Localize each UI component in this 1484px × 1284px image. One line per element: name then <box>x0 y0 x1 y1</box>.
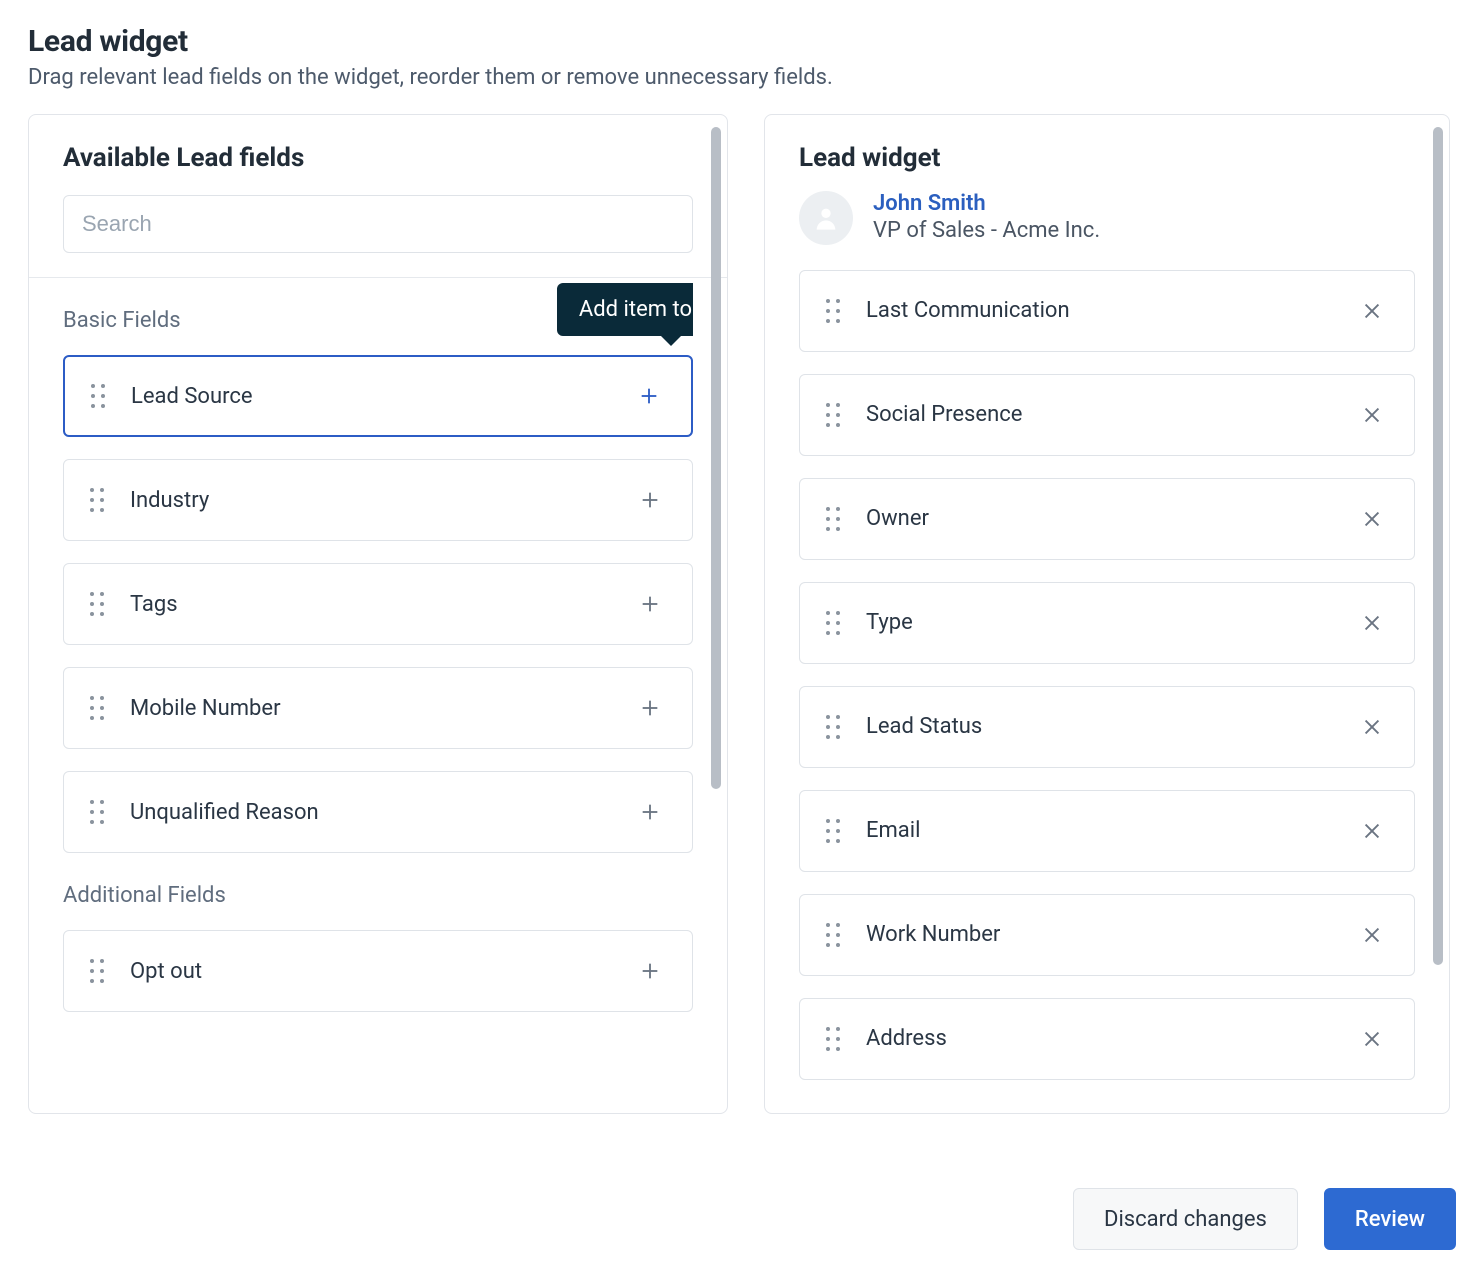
page-header: Lead widget Drag relevant lead fields on… <box>28 24 1456 90</box>
field-label: Unqualified Reason <box>130 800 634 825</box>
person-row: John Smith VP of Sales - Acme Inc. <box>765 191 1449 264</box>
field-label: Social Presence <box>866 402 1356 427</box>
remove-icon[interactable] <box>1356 1023 1388 1055</box>
drag-handle-icon[interactable] <box>824 713 842 741</box>
remove-icon[interactable] <box>1356 815 1388 847</box>
field-label: Opt out <box>130 959 634 984</box>
person-icon <box>812 204 840 232</box>
available-fields-title: Available Lead fields <box>63 143 693 173</box>
field-label: Industry <box>130 488 634 513</box>
review-button[interactable]: Review <box>1324 1188 1456 1250</box>
drag-handle-icon[interactable] <box>824 401 842 429</box>
add-icon[interactable] <box>633 380 665 412</box>
available-field-item[interactable]: Opt out <box>63 930 693 1012</box>
discard-button[interactable]: Discard changes <box>1073 1188 1298 1250</box>
remove-icon[interactable] <box>1356 295 1388 327</box>
page-subtitle: Drag relevant lead fields on the widget,… <box>28 65 1456 90</box>
field-label: Mobile Number <box>130 696 634 721</box>
drag-handle-icon[interactable] <box>88 486 106 514</box>
scrollbar-thumb[interactable] <box>1433 127 1443 965</box>
drag-handle-icon[interactable] <box>824 505 842 533</box>
field-label: Email <box>866 818 1356 843</box>
widget-field-item[interactable]: Address <box>799 998 1415 1080</box>
field-label: Address <box>866 1026 1356 1051</box>
available-field-item[interactable]: Mobile Number <box>63 667 693 749</box>
lead-widget-title: Lead widget <box>799 143 1415 173</box>
page-title: Lead widget <box>28 24 1456 59</box>
available-field-item[interactable]: Industry <box>63 459 693 541</box>
widget-field-item[interactable]: Owner <box>799 478 1415 560</box>
available-field-item[interactable]: Lead Source Add item to widget <box>63 355 693 437</box>
group-label-additional: Additional Fields <box>63 883 693 908</box>
remove-icon[interactable] <box>1356 607 1388 639</box>
widget-field-item[interactable]: Last Communication <box>799 270 1415 352</box>
search-input[interactable] <box>63 195 693 253</box>
scrollbar[interactable] <box>711 127 721 1101</box>
add-icon[interactable] <box>634 588 666 620</box>
lead-widget-panel: Lead widget John Smith VP of Sales - Acm… <box>764 114 1450 1114</box>
drag-handle-icon[interactable] <box>88 590 106 618</box>
field-label: Type <box>866 610 1356 635</box>
drag-handle-icon[interactable] <box>824 297 842 325</box>
scrollbar[interactable] <box>1433 127 1443 1101</box>
field-label: Lead Status <box>866 714 1356 739</box>
footer-actions: Discard changes Review <box>1073 1188 1456 1250</box>
widget-field-item[interactable]: Social Presence <box>799 374 1415 456</box>
add-icon[interactable] <box>634 484 666 516</box>
field-label: Owner <box>866 506 1356 531</box>
available-field-item[interactable]: Unqualified Reason <box>63 771 693 853</box>
field-label: Lead Source <box>131 384 633 409</box>
available-field-item[interactable]: Tags <box>63 563 693 645</box>
add-item-tooltip: Add item to widget <box>557 283 693 336</box>
add-icon[interactable] <box>634 955 666 987</box>
remove-icon[interactable] <box>1356 503 1388 535</box>
add-icon[interactable] <box>634 796 666 828</box>
drag-handle-icon[interactable] <box>88 957 106 985</box>
drag-handle-icon[interactable] <box>824 817 842 845</box>
available-fields-panel: Available Lead fields Basic Fields Lead … <box>28 114 728 1114</box>
person-name[interactable]: John Smith <box>873 191 1100 217</box>
remove-icon[interactable] <box>1356 711 1388 743</box>
field-label: Tags <box>130 592 634 617</box>
drag-handle-icon[interactable] <box>824 921 842 949</box>
remove-icon[interactable] <box>1356 919 1388 951</box>
drag-handle-icon[interactable] <box>824 1025 842 1053</box>
drag-handle-icon[interactable] <box>824 609 842 637</box>
field-label: Last Communication <box>866 298 1356 323</box>
widget-field-item[interactable]: Type <box>799 582 1415 664</box>
add-icon[interactable] <box>634 692 666 724</box>
drag-handle-icon[interactable] <box>89 382 107 410</box>
widget-field-item[interactable]: Email <box>799 790 1415 872</box>
widget-field-item[interactable]: Lead Status <box>799 686 1415 768</box>
remove-icon[interactable] <box>1356 399 1388 431</box>
scrollbar-thumb[interactable] <box>711 127 721 789</box>
drag-handle-icon[interactable] <box>88 694 106 722</box>
person-subtitle: VP of Sales - Acme Inc. <box>873 217 1100 246</box>
widget-field-item[interactable]: Work Number <box>799 894 1415 976</box>
avatar <box>799 191 853 245</box>
field-label: Work Number <box>866 922 1356 947</box>
drag-handle-icon[interactable] <box>88 798 106 826</box>
